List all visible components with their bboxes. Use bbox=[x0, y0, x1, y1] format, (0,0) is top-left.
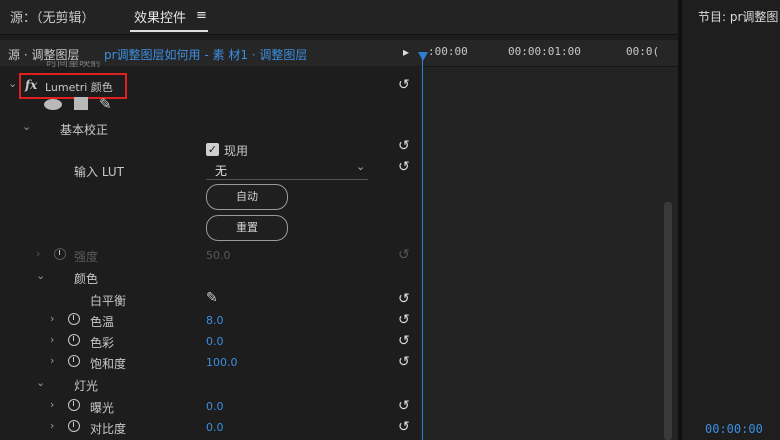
active-tab-indicator bbox=[130, 30, 208, 32]
param-value[interactable]: 8.0 bbox=[206, 314, 224, 327]
lut-dropdown[interactable]: 无 ⌄ bbox=[206, 160, 368, 180]
pen-mask-icon[interactable]: ✎ bbox=[99, 95, 112, 113]
param-row-contrast[interactable]: › 对比度 0.0 ↺ bbox=[0, 417, 420, 438]
lut-value: 无 bbox=[215, 164, 228, 178]
tab-program[interactable]: 节目: pr调整图 bbox=[698, 8, 778, 25]
chevron-down-icon[interactable]: ⌄ bbox=[22, 120, 31, 133]
reset-icon[interactable]: ↺ bbox=[398, 291, 410, 307]
param-value[interactable]: 0.0 bbox=[206, 335, 224, 348]
tab-source[interactable]: 源：（无剪辑） bbox=[10, 7, 95, 26]
tab-effect-controls[interactable]: 效果控件 bbox=[134, 7, 186, 26]
chevron-down-icon[interactable]: ⌄ bbox=[36, 376, 45, 389]
section-light[interactable]: ⌄ 灯光 bbox=[0, 374, 420, 395]
clip-path-label[interactable]: pr调整图层如何用 - 素 材1 · 调整图层 bbox=[104, 46, 307, 63]
reset-icon[interactable]: ↺ bbox=[398, 333, 410, 349]
param-label: 对比度 bbox=[90, 422, 127, 436]
reset-icon[interactable]: ↺ bbox=[398, 312, 410, 328]
param-label: 饱和度 bbox=[90, 357, 127, 371]
stopwatch-icon[interactable] bbox=[68, 420, 80, 432]
param-value[interactable]: 100.0 bbox=[206, 356, 238, 369]
reset-icon[interactable]: ↺ bbox=[398, 138, 410, 154]
stopwatch-icon[interactable] bbox=[68, 313, 80, 325]
ruler-tick: :00:00 bbox=[428, 45, 468, 58]
ellipse-mask-icon[interactable] bbox=[44, 99, 62, 110]
param-label: 白平衡 bbox=[90, 294, 127, 308]
section-basic-correction[interactable]: ⌄ 基本校正 bbox=[0, 118, 420, 139]
reset-icon[interactable]: ↺ bbox=[398, 247, 410, 263]
program-monitor-panel: 节目: pr调整图 bbox=[682, 0, 780, 440]
param-label: 色彩 bbox=[90, 336, 115, 350]
time-ruler[interactable]: :00:00 00:00:01:00 00:0( bbox=[420, 40, 678, 67]
param-value[interactable]: 0.0 bbox=[206, 421, 224, 434]
param-label: 曝光 bbox=[90, 401, 115, 415]
param-value[interactable]: 0.0 bbox=[206, 400, 224, 413]
chevron-right-icon[interactable]: › bbox=[50, 419, 54, 432]
lut-label: 输入 LUT bbox=[74, 165, 125, 179]
playhead-line[interactable] bbox=[422, 54, 423, 440]
rectangle-mask-icon[interactable] bbox=[74, 97, 88, 110]
chevron-right-icon[interactable]: › bbox=[50, 398, 54, 411]
stopwatch-icon[interactable] bbox=[68, 399, 80, 411]
section-label: 颜色 bbox=[74, 272, 99, 286]
panel-menu-icon[interactable]: ≡ bbox=[196, 8, 207, 23]
ruler-tick: 00:00:01:00 bbox=[508, 45, 581, 58]
effect-timeline[interactable]: :00:00 00:00:01:00 00:0( bbox=[418, 40, 678, 440]
chevron-down-icon[interactable]: ⌄ bbox=[36, 269, 45, 282]
reset-button[interactable]: 重置 bbox=[206, 215, 288, 241]
reset-icon[interactable]: ↺ bbox=[398, 398, 410, 414]
panel-tab-bar: 源：（无剪辑） 效果控件 ≡ bbox=[0, 0, 678, 35]
dropdown-arrow-icon: ⌄ bbox=[356, 160, 366, 173]
section-label: 基本校正 bbox=[60, 123, 109, 137]
vertical-scrollbar[interactable] bbox=[664, 202, 672, 440]
chevron-right-icon[interactable]: › bbox=[50, 333, 54, 346]
chevron-right-icon[interactable]: › bbox=[36, 247, 40, 260]
stopwatch-icon[interactable] bbox=[68, 355, 80, 367]
partial-effect-label: 时间重映射 bbox=[46, 61, 101, 67]
chevron-right-icon[interactable]: › bbox=[50, 312, 54, 325]
param-label: 强度 bbox=[74, 250, 99, 264]
reset-icon[interactable]: ↺ bbox=[398, 77, 410, 93]
param-row-white-balance: 白平衡 ✎ ↺ bbox=[0, 289, 420, 310]
play-icon[interactable]: ▸ bbox=[403, 45, 409, 59]
stopwatch-icon[interactable] bbox=[54, 248, 66, 260]
stopwatch-icon[interactable] bbox=[68, 334, 80, 346]
chevron-right-icon[interactable]: › bbox=[50, 354, 54, 367]
playhead-handle[interactable] bbox=[418, 52, 428, 61]
param-row-temperature[interactable]: › 色温 8.0 ↺ bbox=[0, 310, 420, 331]
param-row-exposure[interactable]: › 曝光 0.0 ↺ bbox=[0, 396, 420, 417]
reset-icon[interactable]: ↺ bbox=[398, 419, 410, 435]
reset-icon[interactable]: ↺ bbox=[398, 354, 410, 370]
ruler-tick: 00:0( bbox=[626, 45, 660, 58]
program-timecode[interactable]: 00:00:00 bbox=[705, 422, 763, 436]
section-color[interactable]: ⌄ 颜色 bbox=[0, 267, 420, 288]
use-checkbox[interactable]: ✓ bbox=[206, 143, 219, 156]
param-row-tint[interactable]: › 色彩 0.0 ↺ bbox=[0, 331, 420, 352]
param-row-intensity[interactable]: › 强度 50.0 ↺ bbox=[0, 245, 420, 266]
eyedropper-icon[interactable]: ✎ bbox=[206, 290, 218, 306]
use-label: 现用 bbox=[224, 144, 249, 158]
section-label: 灯光 bbox=[74, 379, 99, 393]
auto-button[interactable]: 自动 bbox=[206, 184, 288, 210]
chevron-down-icon[interactable]: ⌄ bbox=[8, 77, 17, 90]
param-value[interactable]: 50.0 bbox=[206, 249, 231, 262]
param-label: 色温 bbox=[90, 315, 115, 329]
reset-icon[interactable]: ↺ bbox=[398, 159, 410, 175]
param-row-saturation[interactable]: › 饱和度 100.0 ↺ bbox=[0, 352, 420, 373]
